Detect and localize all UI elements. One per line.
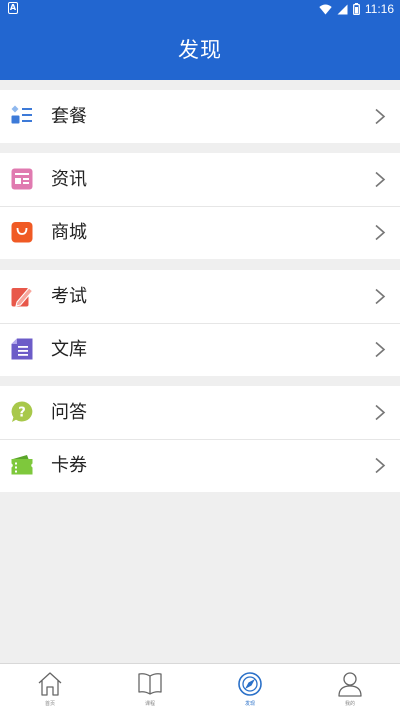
- person-icon: [338, 672, 362, 697]
- menu-item-qa[interactable]: ? 问答: [0, 386, 400, 439]
- tab-label: 首页: [44, 701, 55, 707]
- signal-icon: [337, 4, 348, 14]
- chevron-right-icon: [375, 457, 386, 474]
- status-bar: A 11:16: [0, 0, 400, 18]
- tab-home[interactable]: 首页: [0, 664, 100, 710]
- menu-item-label: 商城: [51, 222, 87, 243]
- tab-label: 我的: [344, 701, 355, 707]
- menu-group-study: 考试 文库: [0, 270, 400, 376]
- package-list-icon: [11, 105, 32, 124]
- chevron-right-icon: [375, 288, 386, 305]
- bottom-tab-bar: 首页 课程 发现 我的: [0, 663, 400, 710]
- compass-icon: [238, 672, 262, 696]
- page-title: 发现: [178, 38, 222, 62]
- tab-label: 发现: [244, 701, 255, 707]
- menu-group-community: ? 问答 卡券: [0, 386, 400, 492]
- svg-text:?: ?: [18, 406, 26, 421]
- menu-item-package[interactable]: 套餐: [0, 90, 400, 143]
- tab-mine[interactable]: 我的: [300, 664, 400, 710]
- menu-item-mall[interactable]: 商城: [0, 206, 400, 259]
- a-icon: A: [8, 2, 18, 14]
- menu-item-library[interactable]: 文库: [0, 323, 400, 376]
- tab-course[interactable]: 课程: [100, 664, 200, 710]
- shopping-bag-icon: [11, 222, 33, 243]
- wifi-icon: [319, 4, 332, 14]
- menu-group-package: 套餐: [0, 90, 400, 143]
- tab-label: 课程: [144, 701, 155, 707]
- chevron-right-icon: [375, 404, 386, 421]
- tab-discover[interactable]: 发现: [200, 664, 300, 710]
- home-icon: [38, 672, 62, 696]
- document-library-icon: [11, 338, 33, 360]
- menu-item-label: 问答: [51, 402, 87, 423]
- chevron-right-icon: [375, 171, 386, 188]
- menu-group-info: 资讯 商城: [0, 153, 400, 259]
- menu-item-exam[interactable]: 考试: [0, 270, 400, 323]
- app-bar: 发现: [0, 18, 400, 80]
- menu-item-label: 资讯: [51, 169, 87, 190]
- menu-item-news[interactable]: 资讯: [0, 153, 400, 206]
- status-time: 11:16: [364, 2, 394, 16]
- menu-item-label: 考试: [51, 286, 87, 307]
- chevron-right-icon: [375, 108, 386, 125]
- coupon-ticket-icon: [11, 455, 33, 475]
- menu-item-label: 文库: [51, 339, 87, 360]
- question-bubble-icon: ?: [11, 401, 33, 422]
- exam-pencil-icon: [11, 287, 33, 307]
- chevron-right-icon: [375, 224, 386, 241]
- menu-item-label: 套餐: [51, 106, 87, 127]
- battery-icon: [352, 3, 360, 15]
- chevron-right-icon: [375, 341, 386, 358]
- menu-item-label: 卡券: [51, 455, 87, 476]
- book-icon: [138, 673, 162, 695]
- menu-item-coupon[interactable]: 卡券: [0, 439, 400, 492]
- news-icon: [11, 168, 33, 190]
